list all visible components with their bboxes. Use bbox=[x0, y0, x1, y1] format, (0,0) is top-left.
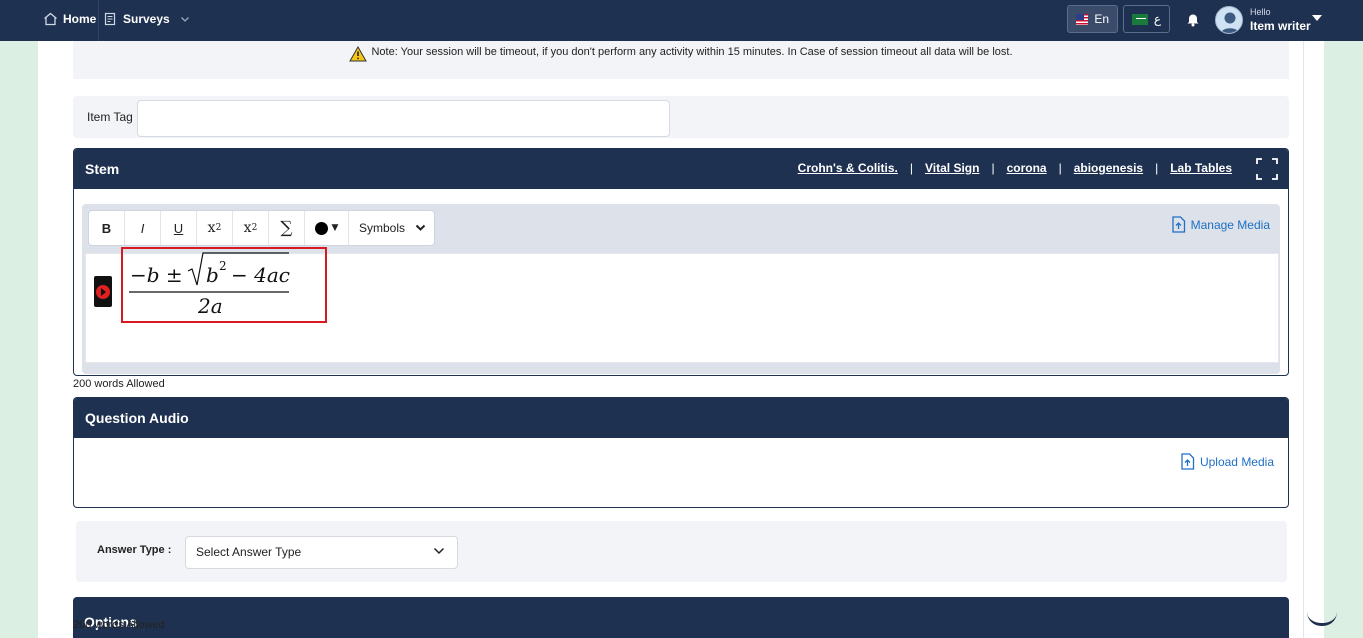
answer-type-select[interactable]: Select Answer Type bbox=[185, 536, 458, 569]
answer-type-value: Select Answer Type bbox=[196, 545, 302, 559]
superscript-base: x bbox=[243, 220, 252, 236]
formula-radicand-base: b bbox=[206, 263, 219, 287]
editor-toolbar: B I U x2 x2 ∑ ▼ Symbols bbox=[88, 210, 436, 246]
link-separator: | bbox=[909, 161, 913, 175]
user-greeting: Hello bbox=[1250, 7, 1271, 17]
item-tag-input[interactable] bbox=[137, 100, 670, 137]
bold-button[interactable]: B bbox=[89, 211, 125, 245]
answer-type-row: Answer Type : Select Answer Type bbox=[76, 521, 1287, 582]
superscript-button[interactable]: x2 bbox=[233, 211, 269, 245]
formula-denominator: 2a bbox=[197, 294, 223, 318]
symbols-select[interactable]: Symbols bbox=[349, 211, 434, 245]
formula-highlight[interactable]: −b ± b 2 − 4ac 2a bbox=[121, 247, 327, 323]
link-corona[interactable]: corona bbox=[1007, 161, 1047, 175]
link-separator: | bbox=[1058, 161, 1062, 175]
item-tag-label: Item Tag bbox=[87, 110, 133, 124]
upload-file-icon bbox=[1171, 216, 1185, 233]
scroll-rail bbox=[1303, 41, 1304, 638]
language-arabic-button[interactable]: ع bbox=[1123, 5, 1170, 33]
chevron-down-icon bbox=[415, 224, 426, 231]
text-color-button[interactable]: ▼ bbox=[305, 211, 349, 245]
link-separator: | bbox=[991, 161, 995, 175]
language-arabic-label: ع bbox=[1153, 12, 1161, 26]
italic-button[interactable]: I bbox=[125, 211, 161, 245]
stem-word-limit: 200 words Allowed bbox=[73, 378, 165, 390]
top-navbar: Home Surveys En ع Hello Item writer bbox=[0, 0, 1363, 41]
language-english-label: En bbox=[1094, 12, 1109, 26]
item-tag-row: Item Tag bbox=[73, 96, 1289, 138]
stem-editor: B I U x2 x2 ∑ ▼ Symbols Manage Media −b … bbox=[82, 204, 1280, 374]
nav-surveys[interactable]: Surveys bbox=[104, 12, 191, 26]
manage-media-button[interactable]: Manage Media bbox=[1171, 216, 1270, 233]
answer-type-label: Answer Type : bbox=[97, 544, 172, 556]
color-swatch-icon bbox=[314, 221, 328, 235]
subscript-mark: 2 bbox=[215, 223, 222, 233]
formula-radicand-exponent: 2 bbox=[219, 259, 227, 273]
subscript-button[interactable]: x2 bbox=[197, 211, 233, 245]
stem-editor-body[interactable]: −b ± b 2 − 4ac 2a bbox=[85, 247, 1279, 363]
nav-divider bbox=[98, 0, 99, 41]
nav-surveys-label: Surveys bbox=[123, 12, 170, 26]
link-vital-sign[interactable]: Vital Sign bbox=[925, 161, 979, 175]
stem-quick-links: Crohn's & Colitis. | Vital Sign | corona… bbox=[798, 161, 1232, 175]
session-notice: Note: Your session will be timeout, if y… bbox=[73, 41, 1289, 79]
question-audio-title: Question Audio bbox=[85, 410, 189, 426]
stem-title: Stem bbox=[85, 161, 120, 177]
formula-numerator-lead: −b ± bbox=[130, 263, 183, 287]
user-avatar-icon bbox=[1220, 12, 1240, 33]
bell-icon[interactable] bbox=[1186, 12, 1200, 27]
upload-file-icon bbox=[1181, 453, 1195, 470]
formula-radicand-tail: − 4ac bbox=[231, 263, 290, 287]
manage-media-label: Manage Media bbox=[1190, 217, 1270, 232]
warning-icon bbox=[349, 46, 368, 62]
options-header: Options bbox=[73, 597, 1289, 638]
language-english-button[interactable]: En bbox=[1067, 5, 1118, 33]
fullscreen-icon[interactable] bbox=[1256, 158, 1278, 180]
nav-home[interactable]: Home bbox=[43, 12, 96, 26]
upload-media-button[interactable]: Upload Media bbox=[1180, 453, 1274, 470]
link-lab-tables[interactable]: Lab Tables bbox=[1170, 161, 1232, 175]
superscript-mark: 2 bbox=[251, 223, 258, 233]
stem-panel: Stem Crohn's & Colitis. | Vital Sign | c… bbox=[73, 148, 1289, 376]
options-word-limit: 200 words Allowed bbox=[73, 619, 165, 631]
question-audio-panel: Question Audio Upload Media bbox=[73, 397, 1289, 508]
sum-icon[interactable]: ∑ bbox=[269, 211, 305, 245]
user-name[interactable]: Item writer bbox=[1250, 19, 1311, 33]
play-icon[interactable] bbox=[94, 276, 112, 307]
survey-icon bbox=[104, 12, 116, 26]
subscript-base: x bbox=[207, 220, 216, 236]
upload-media-label: Upload Media bbox=[1199, 454, 1274, 469]
chevron-down-icon bbox=[180, 17, 189, 22]
user-menu-caret-icon[interactable] bbox=[1312, 15, 1322, 21]
symbols-label: Symbols bbox=[359, 221, 406, 235]
stem-header: Stem Crohn's & Colitis. | Vital Sign | c… bbox=[74, 149, 1288, 189]
link-crohns-colitis[interactable]: Crohn's & Colitis. bbox=[798, 161, 898, 175]
quadratic-formula: −b ± b 2 − 4ac 2a bbox=[129, 252, 290, 318]
caret-down-icon: ▼ bbox=[331, 223, 339, 233]
us-flag-icon bbox=[1076, 13, 1089, 25]
session-notice-text: Note: Your session will be timeout, if y… bbox=[371, 46, 1013, 58]
link-separator: | bbox=[1155, 161, 1159, 175]
chevron-down-icon bbox=[433, 547, 445, 555]
underline-button[interactable]: U bbox=[161, 211, 197, 245]
avatar[interactable] bbox=[1215, 6, 1243, 34]
link-abiogenesis[interactable]: abiogenesis bbox=[1074, 161, 1143, 175]
saudi-flag-icon bbox=[1132, 13, 1148, 25]
home-icon bbox=[44, 12, 57, 26]
nav-home-label: Home bbox=[63, 12, 97, 26]
question-audio-header: Question Audio bbox=[74, 398, 1288, 438]
